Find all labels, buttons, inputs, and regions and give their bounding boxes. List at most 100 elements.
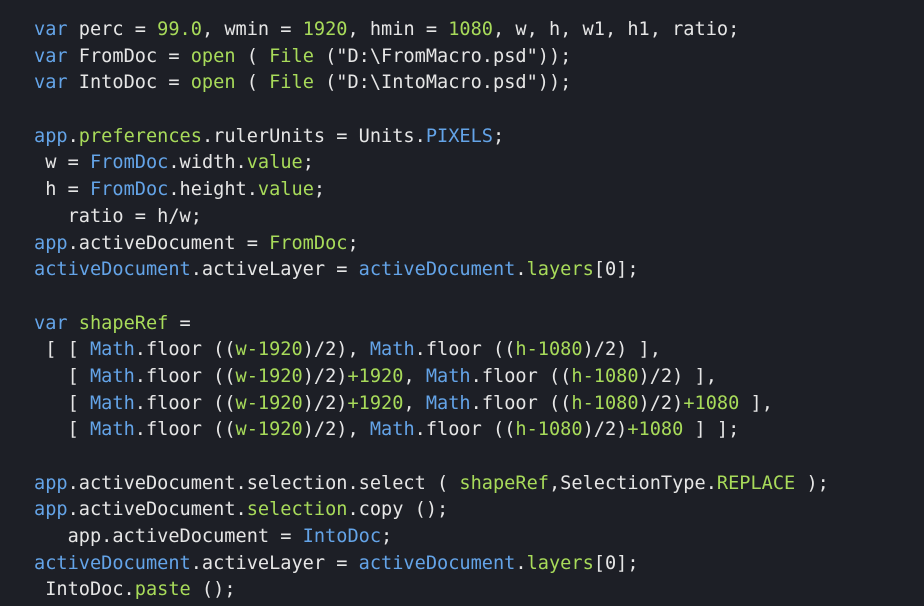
code-token: app xyxy=(34,499,68,521)
code-token: ; xyxy=(381,526,393,548)
code-token: app.activeDocument = xyxy=(34,526,303,548)
code-token: .floor (( xyxy=(470,392,572,414)
code-token: h-1080 xyxy=(571,392,639,414)
code-token: [ xyxy=(34,365,90,387)
code-token: )/2), xyxy=(302,419,370,441)
code-token: activeDocument xyxy=(34,259,191,281)
code-token: +1920 xyxy=(347,392,404,414)
code-line: [ Math.floor ((w-1920)/2)+1920, Math.flo… xyxy=(34,391,924,418)
code-token: FromDoc xyxy=(89,179,169,201)
code-token: perc = xyxy=(67,19,158,40)
code-line: activeDocument.activeLayer = activeDocum… xyxy=(34,257,924,284)
code-token: value xyxy=(257,179,314,201)
code-token: .floor (( xyxy=(414,339,516,361)
code-token: ratio = h/w; xyxy=(34,205,202,227)
code-token: paste xyxy=(134,579,191,601)
code-token: ], xyxy=(739,392,773,414)
code-token: )/2) xyxy=(582,419,628,441)
code-token: h = xyxy=(34,179,90,201)
code-line: var IntoDoc = open ( File ("D:\IntoMacro… xyxy=(34,70,924,97)
code-token: .activeLayer = xyxy=(190,259,359,281)
code-line: activeDocument.activeLayer = activeDocum… xyxy=(34,551,924,578)
code-token: app xyxy=(34,232,68,254)
code-token: .activeDocument. xyxy=(67,499,247,521)
code-token: Math xyxy=(89,339,135,361)
code-token: Math xyxy=(425,365,471,387)
code-token: h-1080 xyxy=(571,365,639,387)
code-token: ; xyxy=(313,179,326,201)
code-token: var xyxy=(34,19,68,40)
code-line: var FromDoc = open ( File ("D:\FromMacro… xyxy=(34,44,924,71)
code-token: layers xyxy=(526,552,594,574)
code-token: ,SelectionType. xyxy=(548,472,717,494)
code-line: ratio = h/w; xyxy=(34,204,924,231)
code-token: Math xyxy=(369,339,415,361)
code-token: shapeRef xyxy=(459,472,549,494)
code-token: w-1920 xyxy=(235,365,303,387)
code-token: [ [ xyxy=(34,339,90,361)
code-token: , hmin = xyxy=(347,19,449,40)
code-token: . xyxy=(515,259,527,281)
code-token: var xyxy=(34,312,68,334)
code-token: +1080 xyxy=(683,392,740,414)
code-token: IntoDoc = xyxy=(67,72,191,94)
code-token: ( xyxy=(235,72,270,94)
code-line: w = FromDoc.width.value; xyxy=(34,150,924,177)
code-line: [ Math.floor ((w-1920)/2)+1920, Math.flo… xyxy=(34,364,924,391)
code-token: w-1920 xyxy=(235,392,303,414)
code-token: w-1920 xyxy=(235,419,303,441)
code-token: 99.0 xyxy=(157,19,202,40)
code-token: [0]; xyxy=(593,552,639,574)
code-token: FromDoc = xyxy=(67,45,191,67)
code-token: File xyxy=(269,45,314,67)
code-token: selection xyxy=(246,499,348,521)
code-token: activeDocument xyxy=(34,552,191,574)
code-token: .rulerUnits = Units. xyxy=(201,125,426,147)
code-token: )/2), xyxy=(302,339,370,361)
code-token: app xyxy=(34,125,68,147)
code-line: IntoDoc.paste (); xyxy=(34,577,924,604)
code-token: File xyxy=(269,72,314,94)
code-token: Math xyxy=(89,419,135,441)
code-line: [ [ Math.floor ((w-1920)/2), Math.floor … xyxy=(34,337,924,364)
code-token: REPLACE xyxy=(716,472,796,494)
code-token: w = xyxy=(34,152,90,174)
code-token: ( xyxy=(235,45,270,67)
code-token: FromDoc xyxy=(89,152,169,174)
code-token: Math xyxy=(369,419,415,441)
code-token: )/2) xyxy=(302,365,348,387)
code-token: var xyxy=(34,45,68,67)
code-token: +1920 xyxy=(347,365,404,387)
code-editor[interactable]: var perc = 99.0, wmin = 1920, hmin = 108… xyxy=(0,0,924,606)
code-token: ; xyxy=(493,125,505,147)
code-token: [ xyxy=(34,419,90,441)
code-token: .copy (); xyxy=(347,499,449,521)
code-token: open xyxy=(190,72,236,94)
code-token: ("D:\IntoMacro.psd")); xyxy=(313,72,572,94)
code-token: , wmin = xyxy=(201,19,303,40)
code-line: app.activeDocument = FromDoc; xyxy=(34,231,924,258)
code-line: app.preferences.rulerUnits = Units.PIXEL… xyxy=(34,124,924,151)
code-token: Math xyxy=(89,365,135,387)
code-token: )/2) ], xyxy=(582,339,661,361)
code-token: 1920 xyxy=(302,19,348,40)
code-line: var perc = 99.0, wmin = 1920, hmin = 108… xyxy=(34,17,924,44)
code-token: )/2) xyxy=(638,392,684,414)
code-line: app.activeDocument.selection.select ( sh… xyxy=(34,471,924,498)
code-token: shapeRef xyxy=(78,312,169,334)
code-token: .floor (( xyxy=(134,419,236,441)
code-token: .floor (( xyxy=(470,365,572,387)
code-line: h = FromDoc.height.value; xyxy=(34,177,924,204)
code-token: .floor (( xyxy=(134,392,236,414)
code-token: )/2) ], xyxy=(638,365,717,387)
code-token: .activeLayer = xyxy=(190,552,359,574)
code-token: .floor (( xyxy=(134,339,236,361)
code-token: .height. xyxy=(168,179,258,201)
code-token: w-1920 xyxy=(235,339,303,361)
code-token: ("D:\FromMacro.psd")); xyxy=(313,45,572,67)
code-token: (); xyxy=(190,579,236,601)
code-token: ); xyxy=(795,472,829,494)
code-token: IntoDoc. xyxy=(34,579,135,601)
